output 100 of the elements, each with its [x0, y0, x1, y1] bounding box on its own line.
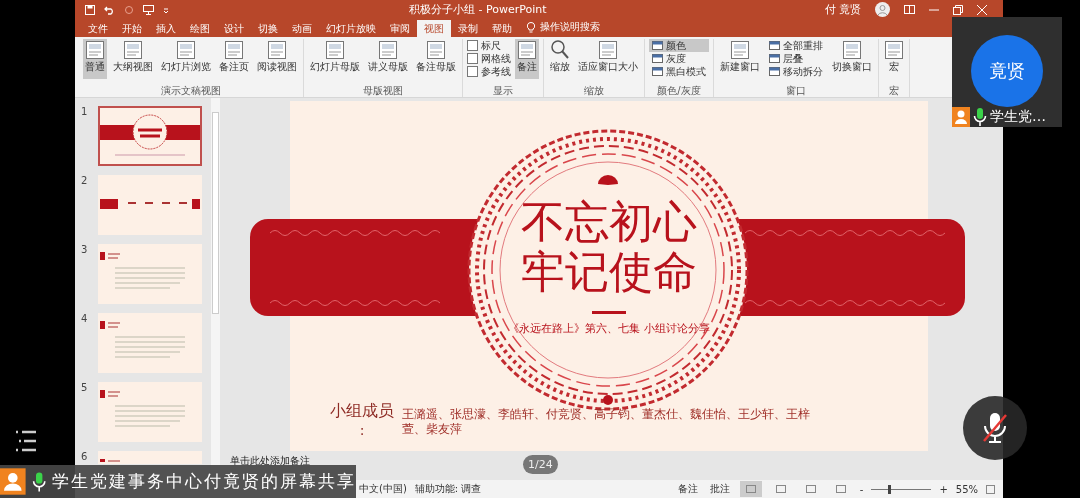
comments-button[interactable]: 批注 — [707, 482, 732, 496]
slide-thumbnail[interactable] — [98, 382, 202, 442]
group-label: 颜色/灰度 — [657, 85, 701, 97]
small-window-icon — [652, 67, 663, 76]
zoom-out-button[interactable]: - — [859, 483, 864, 495]
person-icon — [0, 465, 26, 498]
ribbon-small-button[interactable]: 颜色 — [649, 39, 709, 52]
layout-icon — [427, 40, 445, 60]
slide-thumbnail[interactable] — [98, 106, 202, 166]
slide-thumbnail[interactable] — [98, 451, 202, 464]
ribbon-tab[interactable]: 切换 — [251, 20, 285, 37]
ribbon-tab[interactable]: 幻灯片放映 — [319, 20, 383, 37]
ribbon-tab[interactable]: 文件 — [81, 20, 115, 37]
ribbon-button[interactable]: 备注 — [515, 39, 539, 79]
fit-window-icon[interactable] — [986, 484, 995, 494]
group-label: 显示 — [493, 85, 513, 97]
checkbox-option[interactable]: 参考线 — [467, 65, 511, 78]
small-window-icon — [652, 41, 663, 50]
menu-icon[interactable] — [14, 430, 38, 452]
group-label: 宏 — [889, 85, 899, 97]
ribbon-tab[interactable]: 视图 — [417, 20, 451, 37]
ribbon-small-button[interactable]: 灰度 — [649, 52, 709, 65]
ribbon-small-button[interactable]: 全部重排 — [766, 39, 826, 52]
members-list: 王潞遥、张思濛、李皓轩、付竞贤、高子钧、董杰仕、魏佳怡、王少轩、王梓萱、柴友萍 — [402, 407, 832, 437]
presentation-icon[interactable] — [143, 4, 154, 15]
ribbon-display-icon[interactable] — [904, 5, 915, 14]
ribbon-button[interactable]: 讲义母版 — [366, 39, 410, 79]
video-tile[interactable]: 竟贤 学生党… — [952, 17, 1062, 127]
user-name[interactable]: 付 竟贤 — [824, 2, 861, 17]
slider-thumb[interactable] — [887, 484, 891, 494]
ribbon-button[interactable]: 阅读视图 — [255, 39, 299, 79]
slide-title: 不忘初心 — [521, 197, 697, 247]
muted-microphone-icon — [980, 411, 1010, 445]
avatar-icon[interactable] — [875, 2, 890, 17]
ribbon-button[interactable]: 幻灯片浏览 — [159, 39, 213, 79]
notes-placeholder[interactable]: 单击此处添加备注 — [230, 455, 310, 467]
slide-number: 6 — [81, 451, 88, 464]
layout-icon — [599, 40, 617, 60]
view-icon — [775, 485, 786, 493]
ribbon-tab[interactable]: 设计 — [217, 20, 251, 37]
window-title: 积极分子小组 - PowerPoint — [409, 2, 547, 17]
language-status[interactable]: 中文(中国) — [359, 482, 407, 496]
ribbon-button[interactable]: 适应窗口大小 — [576, 39, 640, 79]
person-icon — [952, 107, 970, 127]
checkbox[interactable] — [467, 53, 478, 64]
microphone-icon — [973, 107, 987, 127]
layout-icon — [843, 40, 861, 60]
ribbon-button[interactable]: 大纲视图 — [111, 39, 155, 79]
ribbon-button[interactable]: 切换窗口 — [830, 39, 874, 79]
ribbon-tab[interactable]: 录制 — [451, 20, 485, 37]
ribbon-tab[interactable]: 动画 — [285, 20, 319, 37]
ribbon-button[interactable]: 新建窗口 — [718, 39, 762, 79]
save-icon[interactable] — [85, 4, 95, 15]
slide-thumbnail[interactable] — [98, 313, 202, 373]
ribbon-tab[interactable]: 审阅 — [383, 20, 417, 37]
ribbon-button[interactable]: 缩放 — [548, 39, 572, 79]
ribbon-tab[interactable]: 开始 — [115, 20, 149, 37]
ribbon-small-button[interactable]: 层叠 — [766, 52, 826, 65]
magnifier-icon — [551, 40, 569, 60]
search-field[interactable]: 操作说明搜索 — [540, 20, 600, 37]
restore-icon[interactable] — [953, 4, 963, 15]
fan-icon — [598, 175, 618, 185]
checkbox-option[interactable]: 网格线 — [467, 52, 511, 65]
layout-icon — [86, 40, 104, 60]
avatar-circle: 竟贤 — [971, 35, 1043, 107]
zoom-level[interactable]: 55% — [955, 483, 978, 495]
layout-icon — [518, 40, 536, 60]
ribbon-button[interactable]: 备注母版 — [414, 39, 458, 79]
view-button[interactable] — [739, 481, 762, 497]
slide-thumbnail[interactable] — [98, 175, 202, 235]
checkbox-option[interactable]: 标尺 — [467, 39, 511, 52]
small-window-icon — [769, 41, 780, 50]
layout-icon — [731, 40, 749, 60]
ribbon-button[interactable]: 备注页 — [217, 39, 251, 79]
ribbon-button[interactable]: 普通 — [83, 39, 107, 79]
slide-number: 3 — [81, 244, 88, 257]
slide-number: 1 — [81, 106, 88, 119]
ribbon-button[interactable]: 宏 — [883, 39, 905, 79]
screen-share-title: 学生党建事务中心付竟贤的屏幕共享 — [52, 470, 356, 493]
slide-thumbnail[interactable] — [98, 244, 202, 304]
members-colon: : — [359, 422, 365, 438]
participant-name: 学生党… — [990, 108, 1046, 126]
checkbox[interactable] — [467, 66, 478, 77]
zoom-in-button[interactable]: + — [939, 483, 948, 495]
close-icon[interactable] — [977, 4, 987, 15]
ribbon-tab[interactable]: 帮助 — [485, 20, 519, 37]
scrollbar-thumb[interactable] — [212, 112, 219, 314]
ribbon-small-button[interactable]: 移动拆分 — [766, 65, 826, 78]
ribbon-tab[interactable]: 插入 — [149, 20, 183, 37]
undo-icon[interactable] — [104, 4, 115, 15]
notes-button[interactable]: 备注 — [675, 482, 700, 496]
checkbox[interactable] — [467, 40, 478, 51]
ribbon-button[interactable]: 幻灯片母版 — [308, 39, 362, 79]
layout-icon — [268, 40, 286, 60]
slide-subtitle: 《永远在路上》第六、七集 小组讨论分享 — [507, 321, 711, 336]
ribbon-tab[interactable]: 绘图 — [183, 20, 217, 37]
ribbon-small-button[interactable]: 黑白模式 — [649, 65, 709, 78]
accessibility-status[interactable]: 辅助功能: 调查 — [414, 482, 482, 496]
layout-icon — [177, 40, 195, 60]
group-label: 窗口 — [786, 85, 806, 97]
